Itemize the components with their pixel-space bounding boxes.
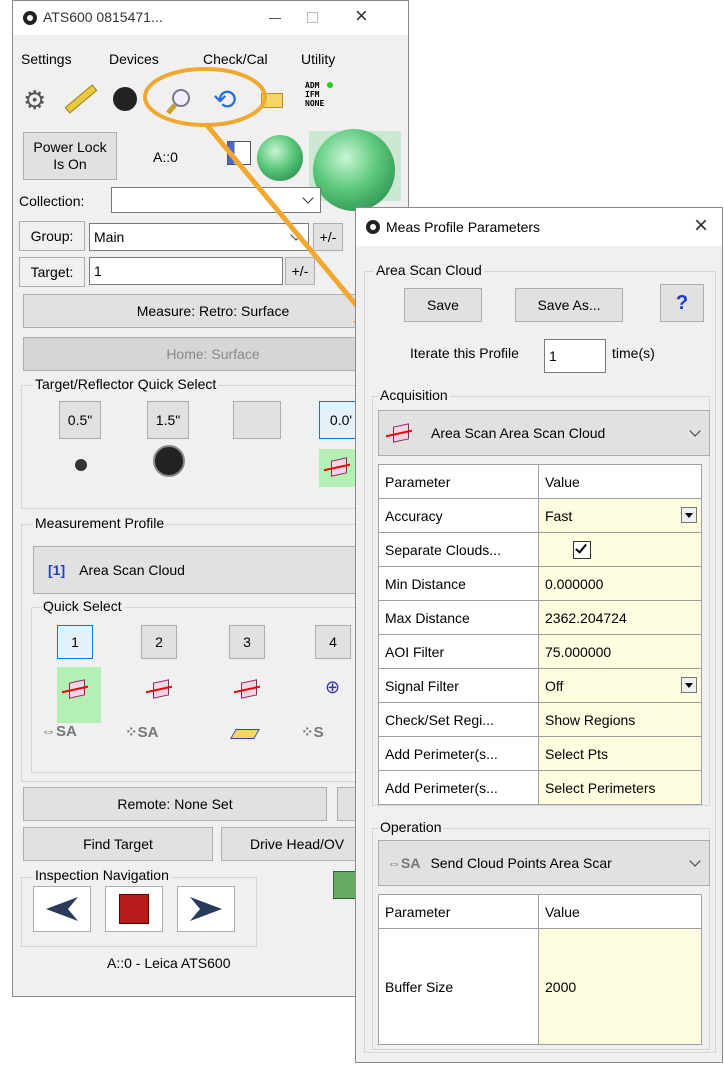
table-header: Parameter Value — [378, 464, 702, 499]
table-row: Separate Clouds... — [378, 532, 702, 567]
chevron-down-icon — [689, 425, 701, 437]
table-row: Signal Filter Off — [378, 668, 702, 703]
acquisition-title: Acquisition — [378, 387, 450, 403]
dropdown-arrow-icon[interactable] — [681, 677, 697, 693]
signal-filter-select[interactable]: Off — [538, 668, 702, 703]
param-value[interactable]: 2362.204724 — [538, 600, 702, 635]
dialog-titlebar: Meas Profile Parameters × — [356, 208, 722, 246]
table-row: Max Distance 2362.204724 — [378, 600, 702, 635]
app-icon — [366, 220, 380, 234]
meas-profile-dialog: Meas Profile Parameters × Area Scan Clou… — [355, 207, 723, 1063]
param-value[interactable]: 75.000000 — [538, 634, 702, 669]
cloud-to-sa-icon: ⇔SA — [387, 855, 421, 871]
param-name: AOI Filter — [378, 634, 539, 669]
acquisition-select[interactable]: Area Scan Area Scan Cloud — [378, 410, 710, 456]
param-name: Check/Set Regi... — [378, 702, 539, 737]
table-row: Add Perimeter(s... Select Pts — [378, 736, 702, 771]
table-row: Accuracy Fast — [378, 498, 702, 533]
checkmark-icon — [575, 540, 587, 554]
param-name: Min Distance — [378, 566, 539, 601]
save-button[interactable]: Save — [404, 288, 482, 322]
param-value[interactable]: Show Regions — [538, 702, 702, 737]
operation-title: Operation — [378, 819, 444, 835]
header-parameter: Parameter — [378, 464, 539, 499]
table-row: Min Distance 0.000000 — [378, 566, 702, 601]
chevron-down-icon — [689, 855, 701, 867]
operation-select[interactable]: ⇔SA Send Cloud Points Area Scar — [378, 840, 710, 886]
close-icon[interactable]: × — [694, 212, 708, 240]
area-scan-icon — [393, 423, 409, 443]
table-row: Check/Set Regi... Show Regions — [378, 702, 702, 737]
table-row: Buffer Size 2000 — [378, 928, 702, 1045]
header-value: Value — [538, 464, 702, 499]
table-row: Add Perimeter(s... Select Perimeters — [378, 770, 702, 805]
separate-clouds-checkbox[interactable] — [573, 540, 591, 559]
iterate-input[interactable]: 1 — [544, 339, 606, 373]
accuracy-select[interactable]: Fast — [538, 498, 702, 533]
separate-clouds-cell — [538, 532, 702, 567]
param-name: Buffer Size — [378, 928, 539, 1045]
param-value[interactable]: Select Perimeters — [538, 770, 702, 805]
header-value: Value — [538, 894, 702, 929]
acquisition-parameters-table: Parameter Value Accuracy Fast Separate C… — [378, 464, 702, 805]
help-button[interactable]: ? — [660, 284, 704, 322]
acquisition-select-value: Area Scan Area Scan Cloud — [431, 425, 606, 441]
dropdown-arrow-icon[interactable] — [681, 507, 697, 523]
save-as-button[interactable]: Save As... — [515, 288, 623, 322]
iterate-unit: time(s) — [612, 345, 655, 361]
header-parameter: Parameter — [378, 894, 539, 929]
operation-select-value: Send Cloud Points Area Scar — [430, 855, 612, 871]
profile-group-title: Area Scan Cloud — [374, 262, 484, 278]
buffer-size-value[interactable]: 2000 — [538, 928, 702, 1045]
dialog-title: Meas Profile Parameters — [386, 219, 541, 235]
param-name: Separate Clouds... — [378, 532, 539, 567]
param-name: Max Distance — [378, 600, 539, 635]
callout-ellipse — [143, 67, 267, 127]
param-value[interactable]: Select Pts — [538, 736, 702, 771]
param-name: Accuracy — [378, 498, 539, 533]
table-header: Parameter Value — [378, 894, 702, 929]
table-row: AOI Filter 75.000000 — [378, 634, 702, 669]
callout-arrow-line — [204, 122, 364, 314]
iterate-label: Iterate this Profile — [410, 345, 519, 361]
param-name: Add Perimeter(s... — [378, 770, 539, 805]
operation-parameters-table: Parameter Value Buffer Size 2000 — [378, 894, 702, 1045]
param-name: Signal Filter — [378, 668, 539, 703]
param-name: Add Perimeter(s... — [378, 736, 539, 771]
param-value[interactable]: 0.000000 — [538, 566, 702, 601]
